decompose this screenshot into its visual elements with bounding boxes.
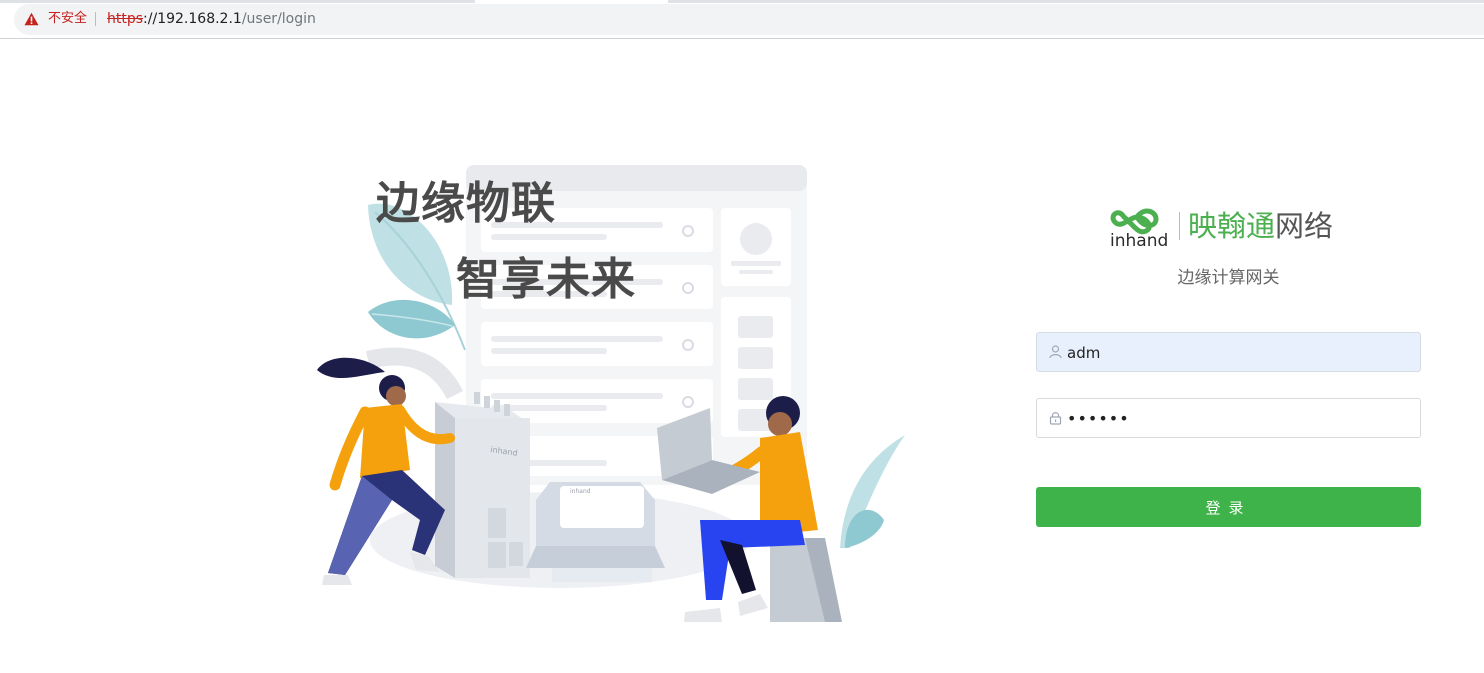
browser-tab-strip (0, 0, 1484, 3)
url-path: /user/login (241, 11, 316, 27)
lock-icon (1049, 412, 1062, 425)
url-scheme: https (107, 11, 144, 27)
product-subtitle: 边缘计算网关 (1177, 268, 1280, 288)
address-bar[interactable]: 不安全 https://192.168.2.1/user/login (14, 4, 1484, 35)
login-button[interactable]: 登录 (1036, 487, 1421, 527)
active-tab[interactable] (475, 0, 668, 3)
brand-name: 映翰通网络 (1188, 206, 1333, 246)
url-host: 192.168.2.1 (157, 11, 242, 27)
url-text[interactable]: https://192.168.2.1/user/login (107, 11, 316, 27)
address-divider (95, 12, 96, 26)
password-value: •••••• (1067, 409, 1130, 428)
password-field[interactable]: •••••• (1036, 398, 1421, 438)
hero-slogan-line2: 智享未来 (456, 254, 636, 305)
user-icon (1049, 345, 1062, 359)
url-scheme-separator: :// (143, 11, 158, 27)
brand-name-dark: 网络 (1275, 209, 1334, 243)
logo-divider (1179, 212, 1180, 240)
brand-name-green: 映翰通 (1188, 209, 1276, 243)
toolbar-divider (0, 38, 1484, 39)
security-status[interactable]: 不安全 (48, 11, 87, 27)
username-field[interactable]: adm (1036, 332, 1421, 372)
box-brand-label: inhand (570, 488, 591, 495)
warning-icon[interactable] (24, 12, 39, 26)
username-value: adm (1067, 344, 1101, 362)
hero-slogan-line1: 边缘物联 (376, 178, 556, 229)
logo-wordmark: inhand (1110, 231, 1168, 251)
